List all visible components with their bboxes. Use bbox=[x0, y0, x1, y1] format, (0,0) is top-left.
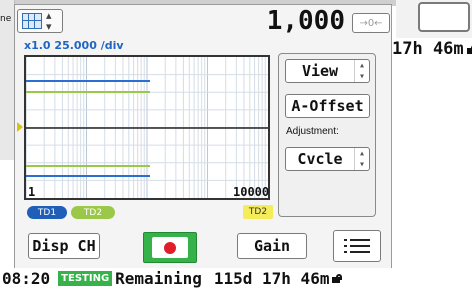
background-menu-button bbox=[418, 2, 470, 32]
list-menu-icon bbox=[344, 238, 370, 254]
a-offset-label: A-Offset bbox=[291, 97, 364, 115]
cycle-selector[interactable]: Cvcle ▴ ▾ bbox=[285, 147, 370, 171]
spinner-icon: ▴ ▾ bbox=[354, 60, 369, 82]
status-bar: 08:20 TESTING Remaining 115d 17h 46m bbox=[0, 268, 472, 289]
record-icon bbox=[164, 241, 176, 254]
zoom-reset-button[interactable]: →0← bbox=[352, 13, 390, 33]
lock-icon bbox=[466, 45, 472, 54]
current-value: 1,000 bbox=[266, 6, 345, 36]
view-selector[interactable]: View ▴ ▾ bbox=[285, 59, 370, 83]
trace-td1-tag[interactable]: TD1 bbox=[27, 206, 67, 219]
menu-button[interactable] bbox=[333, 230, 381, 262]
view-label: View bbox=[301, 62, 339, 80]
background-left-text: ne bbox=[0, 14, 12, 24]
x-axis-min-label: 1 bbox=[28, 185, 36, 199]
a-offset-button[interactable]: A-Offset bbox=[285, 94, 370, 118]
status-badge: TESTING bbox=[58, 271, 113, 286]
trace-td2-marker-tag[interactable]: TD2 bbox=[243, 205, 273, 219]
trace-td2-tag[interactable]: TD2 bbox=[71, 206, 115, 219]
plot-grid bbox=[26, 57, 268, 198]
plot-area bbox=[24, 55, 270, 200]
cycle-label: Cvcle bbox=[297, 150, 343, 168]
adjustment-label: Adjustment: bbox=[286, 126, 339, 137]
gain-button[interactable]: Gain bbox=[237, 233, 307, 259]
gain-label: Gain bbox=[253, 237, 291, 255]
disp-ch-button[interactable]: Disp CH bbox=[28, 233, 100, 259]
display-mode-selector[interactable]: ▴ ▾ bbox=[17, 9, 63, 33]
spinner-icon: ▴ ▾ bbox=[354, 148, 369, 170]
record-button[interactable] bbox=[143, 232, 197, 263]
remaining-value: 115d 17h 46m bbox=[213, 269, 330, 288]
remaining-label: Remaining bbox=[115, 269, 202, 288]
scale-label: x1.0 25.000 /div bbox=[24, 39, 124, 52]
lock-icon bbox=[332, 274, 344, 283]
background-right-time: 17h 46m bbox=[392, 39, 472, 59]
grid-icon bbox=[22, 13, 42, 29]
spinner-icon: ▴ ▾ bbox=[46, 9, 52, 33]
graph-window: ▴ ▾ 1,000 →0← x1.0 25.000 /div 1 10000 TD… bbox=[14, 4, 392, 269]
marker-icon bbox=[17, 122, 23, 132]
clock: 08:20 bbox=[2, 269, 51, 288]
background-left-panel: ne bbox=[0, 0, 15, 160]
disp-ch-label: Disp CH bbox=[32, 237, 96, 255]
x-axis-max-label: 10000 bbox=[233, 185, 270, 199]
